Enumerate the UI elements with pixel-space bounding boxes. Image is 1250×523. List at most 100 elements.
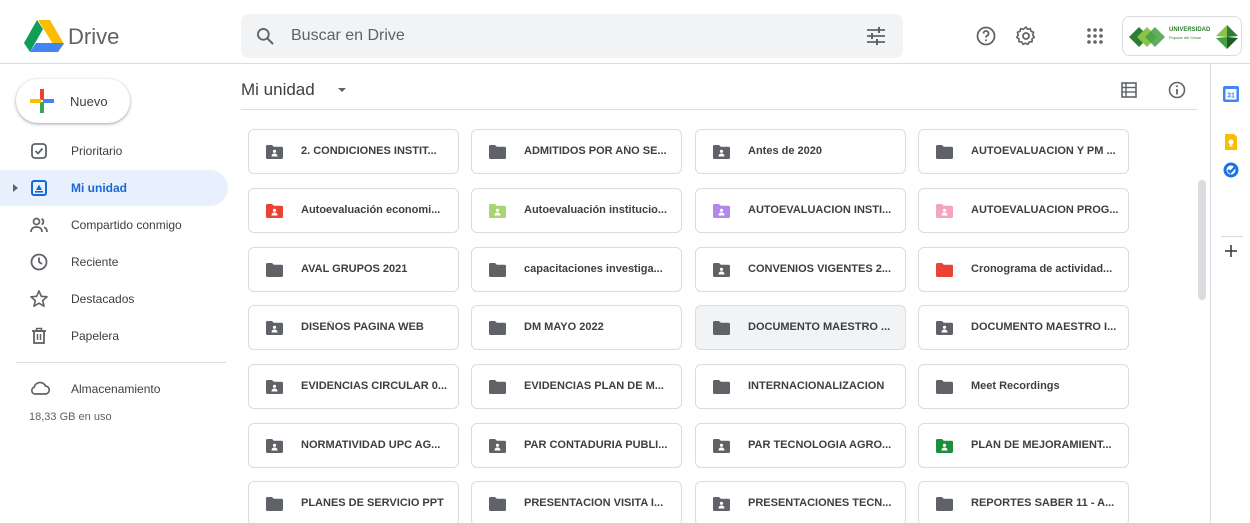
folder-name: AVAL GRUPOS 2021 [301, 263, 408, 275]
sidebar-divider [16, 362, 226, 363]
folder-name: DOCUMENTO MAESTRO ... [748, 321, 891, 333]
calendar-icon[interactable]: 31 [1221, 84, 1241, 104]
folder-item[interactable]: PAR CONTADURIA PUBLI... [471, 423, 682, 468]
folder-icon [489, 497, 506, 511]
settings-icon[interactable] [1014, 24, 1038, 48]
folder-item[interactable]: Antes de 2020 [695, 129, 906, 174]
shared-folder-icon [489, 204, 506, 218]
list-view-icon[interactable] [1119, 80, 1139, 100]
shared-folder-icon [713, 263, 730, 277]
sidebar-item-reciente[interactable]: Reciente [0, 244, 228, 280]
shared-folder-icon [936, 321, 953, 335]
folder-name: PRESENTACION VISITA I... [524, 497, 664, 509]
tasks-icon[interactable] [1221, 160, 1241, 180]
folder-name: INTERNACIONALIZACION [748, 380, 885, 392]
folder-item[interactable]: 2. CONDICIONES INSTIT... [248, 129, 459, 174]
shared-folder-icon [266, 439, 283, 453]
scrollbar-thumb[interactable] [1198, 180, 1206, 300]
folder-icon [489, 263, 506, 277]
search-icon[interactable] [255, 26, 275, 46]
folder-item[interactable]: DISEÑOS PAGINA WEB [248, 305, 459, 350]
trash-icon [32, 327, 46, 344]
new-button-label: Nuevo [70, 94, 108, 109]
storage-used-text: 18,33 GB en uso [29, 411, 112, 423]
keep-icon[interactable] [1221, 132, 1241, 152]
folder-item[interactable]: Autoevaluación institucio... [471, 188, 682, 233]
folder-item[interactable]: PAR TECNOLOGIA AGRO... [695, 423, 906, 468]
title-dropdown-icon[interactable] [338, 88, 346, 92]
folder-name: DISEÑOS PAGINA WEB [301, 321, 424, 333]
help-icon[interactable] [974, 24, 998, 48]
page-title[interactable]: Mi unidad [241, 80, 315, 100]
sidebar-item-prioritario[interactable]: Prioritario [0, 133, 228, 169]
folder-item[interactable]: AUTOEVALUACION PROG... [918, 188, 1129, 233]
shared-folder-icon [266, 321, 283, 335]
sidebar-item-papelera[interactable]: Papelera [0, 318, 228, 354]
folder-item[interactable]: REPORTES SABER 11 - A... [918, 481, 1129, 523]
sidebar-item-destacados[interactable]: Destacados [0, 281, 228, 317]
folder-item[interactable]: NORMATIVIDAD UPC AG... [248, 423, 459, 468]
folder-item[interactable]: CONVENIOS VIGENTES 2... [695, 247, 906, 292]
shared-folder-icon [936, 439, 953, 453]
folder-icon [489, 145, 506, 159]
shared-folder-icon [936, 204, 953, 218]
info-icon[interactable] [1167, 80, 1187, 100]
expand-caret-icon[interactable] [13, 184, 18, 192]
folder-name: PRESENTACIONES TECN... [748, 497, 892, 509]
plus-icon [30, 89, 54, 113]
folder-item[interactable]: AUTOEVALUACION Y PM ... [918, 129, 1129, 174]
cloud-icon [30, 381, 51, 395]
folder-name: EVIDENCIAS CIRCULAR 0... [301, 380, 448, 392]
folder-item[interactable]: EVIDENCIAS CIRCULAR 0... [248, 364, 459, 409]
sidebar-item-label: Compartido conmigo [71, 218, 182, 232]
folder-item[interactable]: PRESENTACION VISITA I... [471, 481, 682, 523]
app-name[interactable]: Drive [68, 24, 119, 50]
folder-item[interactable]: Meet Recordings [918, 364, 1129, 409]
folder-item[interactable]: AUTOEVALUACION INSTI... [695, 188, 906, 233]
priority-icon [31, 143, 47, 159]
new-button[interactable]: Nuevo [16, 79, 130, 123]
account-button[interactable]: UNIVERSIDAD Popular del Cesar [1122, 16, 1242, 56]
folder-item[interactable]: DOCUMENTO MAESTRO I... [918, 305, 1129, 350]
sidebar-item-compartido[interactable]: Compartido conmigo [0, 207, 228, 243]
folder-item[interactable]: capacitaciones investiga... [471, 247, 682, 292]
account-subtitle: Popular del Cesar [1169, 35, 1202, 40]
search-bar[interactable] [241, 14, 903, 58]
shared-folder-icon [713, 497, 730, 511]
folder-name: DOCUMENTO MAESTRO I... [971, 321, 1117, 333]
star-icon [30, 290, 48, 308]
apps-grid-icon[interactable] [1083, 24, 1107, 48]
folder-item[interactable]: EVIDENCIAS PLAN DE M... [471, 364, 682, 409]
sidebar-item-almacenamiento[interactable]: Almacenamiento [0, 372, 228, 404]
sidebar-item-mi-unidad[interactable]: Mi unidad [0, 170, 228, 206]
folder-item[interactable]: DOCUMENTO MAESTRO ... [695, 305, 906, 350]
avatar[interactable] [1215, 24, 1239, 50]
folder-name: AUTOEVALUACION INSTI... [748, 204, 892, 216]
folder-item[interactable]: Autoevaluación economi... [248, 188, 459, 233]
search-input[interactable] [291, 24, 851, 48]
folder-item[interactable]: ADMITIDOS POR AÑO SE... [471, 129, 682, 174]
folder-item[interactable]: PLAN DE MEJORAMIENT... [918, 423, 1129, 468]
folder-item[interactable]: PRESENTACIONES TECN... [695, 481, 906, 523]
folder-name: AUTOEVALUACION Y PM ... [971, 145, 1116, 157]
folder-item[interactable]: INTERNACIONALIZACION [695, 364, 906, 409]
folder-name: REPORTES SABER 11 - A... [971, 497, 1115, 509]
shared-folder-icon [713, 145, 730, 159]
folder-item[interactable]: DM MAYO 2022 [471, 305, 682, 350]
search-options-icon[interactable] [865, 26, 887, 46]
add-icon[interactable] [1221, 241, 1241, 261]
sidebar-nav: Prioritario Mi unidad Compartido conmigo… [0, 133, 228, 355]
folder-item[interactable]: PLANES DE SERVICIO PPT [248, 481, 459, 523]
account-name: UNIVERSIDAD [1169, 27, 1211, 33]
folder-item[interactable]: Cronograma de actividad... [918, 247, 1129, 292]
folder-icon [936, 497, 953, 511]
sidebar-item-label: Papelera [71, 329, 120, 343]
sidebar-item-label: Reciente [71, 255, 119, 269]
folder-name: Meet Recordings [971, 380, 1060, 392]
folder-item[interactable]: AVAL GRUPOS 2021 [248, 247, 459, 292]
calendar-day: 31 [1227, 93, 1235, 100]
folder-name: NORMATIVIDAD UPC AG... [301, 439, 441, 451]
my-drive-icon [31, 180, 47, 196]
folder-icon [713, 321, 730, 335]
drive-logo-icon[interactable] [24, 20, 64, 52]
